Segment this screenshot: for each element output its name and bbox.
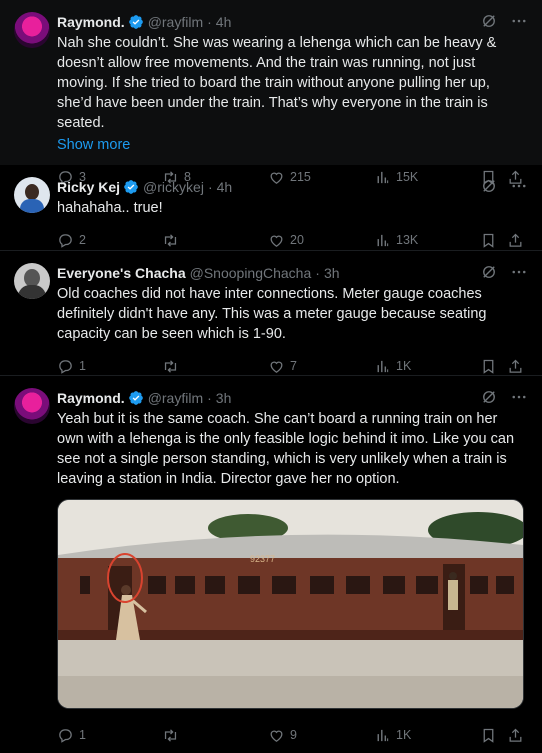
grok-icon[interactable] xyxy=(480,263,498,281)
like-button[interactable]: 20 xyxy=(268,232,304,249)
verified-badge-icon xyxy=(128,390,144,406)
like-count: 9 xyxy=(290,728,297,742)
avatar[interactable] xyxy=(14,388,50,424)
author-handle[interactable]: @rayfilm xyxy=(148,390,203,406)
views-button[interactable]: 1K xyxy=(374,727,411,744)
author-handle[interactable]: @rayfilm xyxy=(148,14,203,30)
reply-icon xyxy=(57,358,74,375)
timestamp[interactable]: 4h xyxy=(216,14,232,30)
tweet-media-image[interactable]: 92377 xyxy=(57,499,524,709)
reply-count: 1 xyxy=(79,359,86,373)
reply-icon xyxy=(57,232,74,249)
share-button[interactable] xyxy=(507,727,524,744)
tweet-header-actions xyxy=(480,263,528,281)
author-handle[interactable]: @SnoopingChacha xyxy=(190,265,312,281)
tweet-text: hahahaha.. true! xyxy=(57,200,163,216)
more-icon[interactable] xyxy=(510,12,528,30)
more-icon[interactable] xyxy=(510,388,528,406)
verified-badge-icon xyxy=(123,179,139,195)
tweet-actions: 1 9 1K xyxy=(57,717,528,753)
repost-button[interactable] xyxy=(162,727,184,744)
train-coach-photo: 92377 xyxy=(58,500,523,708)
repost-icon xyxy=(162,727,179,744)
tweet-text: Old coaches did not have inter connectio… xyxy=(57,286,487,342)
author-name[interactable]: Raymond. xyxy=(57,14,125,30)
tweet-header: Raymond. @rayfilm · 4h xyxy=(57,12,528,32)
coach-number: 92377 xyxy=(250,554,275,564)
views-icon xyxy=(374,727,391,744)
author-handle[interactable]: @rickykej xyxy=(143,179,204,195)
separator: · xyxy=(207,179,213,195)
tweet-text: Nah she couldn’t. She was wearing a lehe… xyxy=(57,35,497,131)
more-icon[interactable] xyxy=(510,177,528,195)
tweet-header-actions xyxy=(480,12,528,30)
grok-icon[interactable] xyxy=(480,388,498,406)
bookmark-icon xyxy=(480,727,497,744)
timestamp[interactable]: 4h xyxy=(217,179,233,195)
reply-count: 2 xyxy=(79,233,86,247)
bookmark-icon xyxy=(480,232,497,249)
more-icon[interactable] xyxy=(510,263,528,281)
share-button[interactable] xyxy=(507,232,524,249)
repost-button[interactable] xyxy=(162,232,184,249)
author-name[interactable]: Raymond. xyxy=(57,390,125,406)
tweet-header-actions xyxy=(480,177,528,195)
like-count: 7 xyxy=(290,359,297,373)
reply-button[interactable]: 2 xyxy=(57,232,86,249)
separator: · xyxy=(315,265,320,281)
author-name[interactable]: Ricky Kej xyxy=(57,179,120,195)
reply-count: 1 xyxy=(79,728,86,742)
like-icon xyxy=(268,232,285,249)
avatar[interactable] xyxy=(14,177,50,213)
views-icon xyxy=(374,358,391,375)
separator: · xyxy=(207,390,212,406)
like-button[interactable]: 9 xyxy=(268,727,297,744)
repost-icon xyxy=(162,232,179,249)
separator: · xyxy=(207,14,212,30)
reply-button[interactable]: 1 xyxy=(57,727,86,744)
tweet[interactable]: Ricky Kej @rickykej · 4h hahahaha.. true… xyxy=(0,165,542,251)
tweet-text: Yeah but it is the same coach. She can’t… xyxy=(57,411,515,487)
share-icon xyxy=(507,727,524,744)
tweet[interactable]: Raymond. @rayfilm · 3h Yeah but it is th… xyxy=(0,376,542,747)
avatar[interactable] xyxy=(14,263,50,299)
reply-button[interactable]: 1 xyxy=(57,358,86,375)
repost-icon xyxy=(162,358,179,375)
view-count: 1K xyxy=(396,728,412,742)
like-count: 20 xyxy=(290,233,304,247)
like-icon xyxy=(268,358,285,375)
bookmark-button[interactable] xyxy=(480,727,497,744)
grok-icon[interactable] xyxy=(480,177,498,195)
share-button[interactable] xyxy=(507,358,524,375)
timestamp[interactable]: 3h xyxy=(216,390,232,406)
share-icon xyxy=(507,232,524,249)
like-button[interactable]: 7 xyxy=(268,358,297,375)
tweet[interactable]: Everyone's Chacha @SnoopingChacha · 3h O… xyxy=(0,251,542,376)
reply-icon xyxy=(57,727,74,744)
share-icon xyxy=(507,358,524,375)
tweet-header: Everyone's Chacha @SnoopingChacha · 3h xyxy=(57,263,528,283)
tweet-header: Ricky Kej @rickykej · 4h xyxy=(57,177,528,197)
grok-icon[interactable] xyxy=(480,12,498,30)
view-count: 1K xyxy=(396,359,412,373)
timestamp[interactable]: 3h xyxy=(324,265,340,281)
verified-badge-icon xyxy=(128,14,144,30)
view-count: 13K xyxy=(396,233,419,247)
like-icon xyxy=(268,727,285,744)
bookmark-button[interactable] xyxy=(480,232,497,249)
repost-button[interactable] xyxy=(162,358,184,375)
bookmark-button[interactable] xyxy=(480,358,497,375)
tweet-header: Raymond. @rayfilm · 3h xyxy=(57,388,528,408)
tweet[interactable]: Raymond. @rayfilm · 4h Nah she couldn’t.… xyxy=(0,0,542,165)
bookmark-icon xyxy=(480,358,497,375)
author-name[interactable]: Everyone's Chacha xyxy=(57,265,186,281)
avatar[interactable] xyxy=(14,12,50,48)
views-button[interactable]: 1K xyxy=(374,358,411,375)
show-more-link[interactable]: Show more xyxy=(57,135,528,155)
views-button[interactable]: 13K xyxy=(374,232,418,249)
views-icon xyxy=(374,232,391,249)
tweet-header-actions xyxy=(480,388,528,406)
